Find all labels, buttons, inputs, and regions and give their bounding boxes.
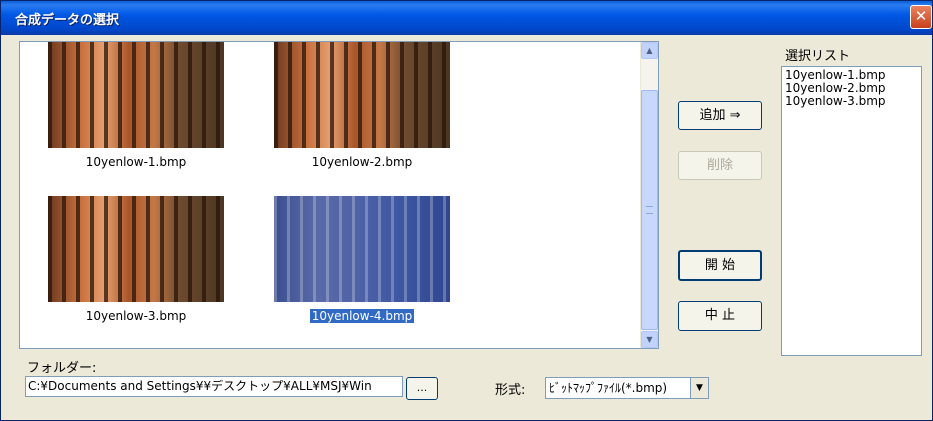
selection-listbox[interactable]: 10yenlow-1.bmp 10yenlow-2.bmp 10yenlow-3… xyxy=(781,66,922,356)
grip-icon xyxy=(646,206,653,214)
thumbnail-view[interactable]: 10yenlow-1.bmp 10yenlow-2.bmp 10yenlow-3… xyxy=(19,41,659,349)
close-icon: ✕ xyxy=(914,7,928,25)
dropdown-arrow-icon[interactable]: ▼ xyxy=(690,378,708,398)
selection-list-label: 選択リスト xyxy=(785,49,851,64)
thumbnail-caption: 10yenlow-3.bmp xyxy=(85,309,187,323)
format-label: 形式: xyxy=(495,383,526,398)
thumbnail-image[interactable] xyxy=(274,42,450,148)
scroll-up-button[interactable]: ▲ xyxy=(641,42,658,59)
thumbnail-caption: 10yenlow-4.bmp xyxy=(274,308,450,324)
folder-label: フォルダー: xyxy=(27,361,97,376)
browse-button[interactable]: ... xyxy=(406,377,438,400)
list-item[interactable]: 10yenlow-3.bmp xyxy=(785,95,918,108)
start-button[interactable]: 開 始 xyxy=(678,250,762,281)
title-bar[interactable]: 合成データの選択 ✕ xyxy=(1,1,932,35)
scrollbar-thumb[interactable] xyxy=(641,90,658,330)
window-title: 合成データの選択 xyxy=(15,13,120,28)
folder-path-field[interactable]: C:¥Documents and Settings¥¥デスクトップ¥ALL¥MS… xyxy=(25,376,403,397)
thumbnail-image[interactable] xyxy=(48,196,224,302)
thumbnail-caption: 10yenlow-2.bmp xyxy=(311,155,413,169)
vertical-scrollbar[interactable]: ▲ ▼ xyxy=(640,42,658,348)
thumbnail-item[interactable]: 10yenlow-2.bmp xyxy=(274,42,450,170)
chevron-down-icon: ▼ xyxy=(646,335,653,344)
thumbnail-item[interactable]: 10yenlow-1.bmp xyxy=(48,42,224,170)
add-button[interactable]: 追加 ⇒ xyxy=(678,101,762,130)
scroll-down-button[interactable]: ▼ xyxy=(641,331,658,348)
thumbnail-caption: 10yenlow-1.bmp xyxy=(85,155,187,169)
chevron-up-icon: ▲ xyxy=(646,46,653,55)
thumbnail-item-selected[interactable]: 10yenlow-4.bmp xyxy=(274,196,450,324)
format-selected-value: ﾋﾞｯﾄﾏｯﾌﾟﾌｧｲﾙ(*.bmp) xyxy=(549,381,668,395)
thumbnail-image[interactable] xyxy=(274,196,450,302)
remove-button[interactable]: 削除 xyxy=(678,151,762,180)
format-select[interactable]: ﾋﾞｯﾄﾏｯﾌﾟﾌｧｲﾙ(*.bmp) ▼ xyxy=(545,377,709,399)
thumbnail-image[interactable] xyxy=(48,42,224,148)
thumbnail-caption-text: 10yenlow-4.bmp xyxy=(309,309,415,323)
close-button[interactable]: ✕ xyxy=(910,5,932,29)
thumbnail-item[interactable]: 10yenlow-3.bmp xyxy=(48,196,224,324)
dialog-window: 合成データの選択 ✕ 10yenlow-1.bmp 10yenlow-2.bmp… xyxy=(0,0,933,421)
stop-button[interactable]: 中 止 xyxy=(678,301,762,331)
